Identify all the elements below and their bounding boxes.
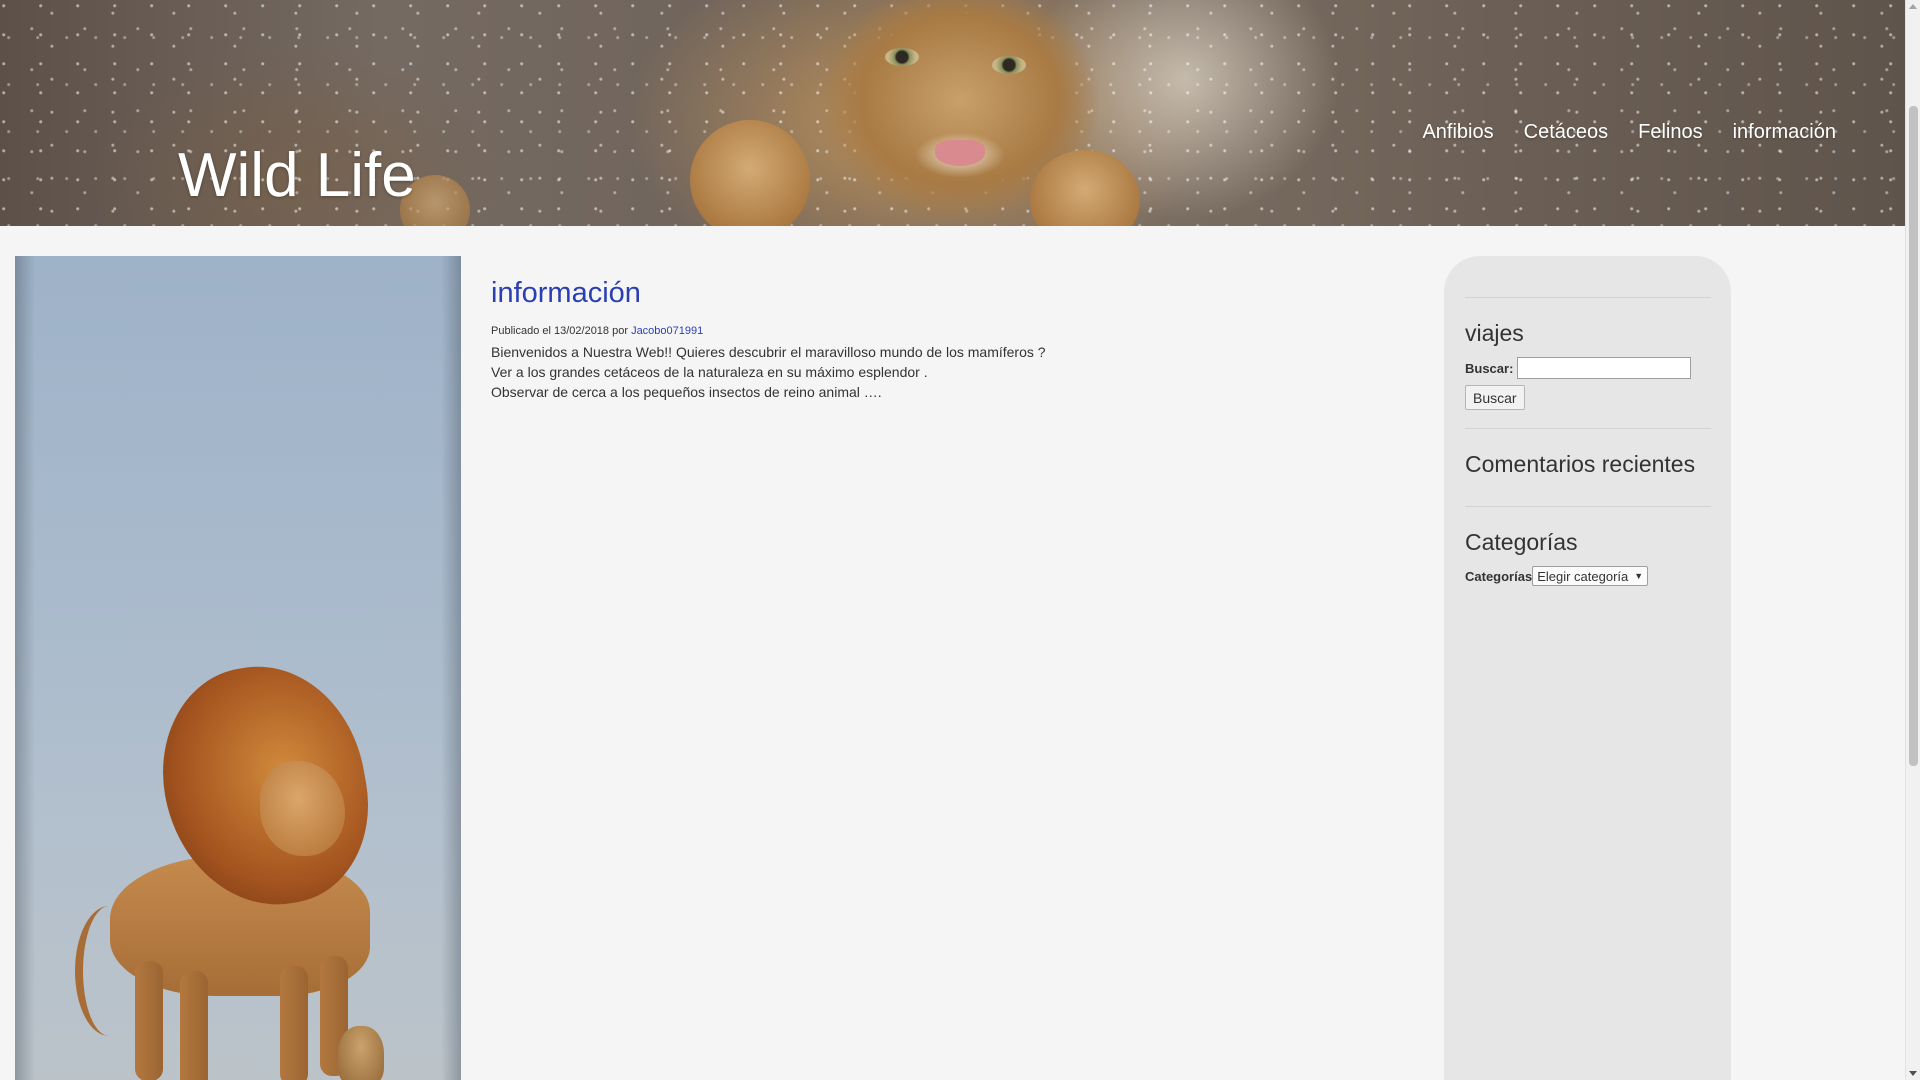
chevron-down-icon: ▼ <box>1634 571 1644 581</box>
image-edge-shadow-right <box>441 256 461 1080</box>
lion-sidebar-image <box>15 256 461 1080</box>
recent-comments-widget: Comentarios recientes <box>1465 428 1711 506</box>
categories-dropdown[interactable]: Elegir categoría ▼ <box>1532 566 1649 586</box>
main-navigation: Anfibios Cetáceos Felinos información <box>1407 118 1851 146</box>
search-row: Buscar: <box>1465 357 1711 379</box>
arrow-up-icon[interactable] <box>1909 4 1917 9</box>
post-content: Bienvenidos a Nuestra Web!! Quieres desc… <box>491 342 1391 402</box>
nav-item-cetaceos[interactable]: Cetáceos <box>1509 118 1624 146</box>
categories-label: Categorías <box>1465 568 1533 584</box>
post-paragraph: Observar de cerca a los pequeños insecto… <box>491 384 882 400</box>
lion-cub <box>338 1026 384 1080</box>
recent-comments-title: Comentarios recientes <box>1465 451 1696 477</box>
categories-title: Categorías <box>1465 529 1578 555</box>
post-title[interactable]: información <box>491 270 1391 316</box>
lion-leg <box>280 966 308 1080</box>
post-article: información Publicado el 13/02/2018 por … <box>491 270 1391 402</box>
nav-item-informacion[interactable]: información <box>1718 118 1851 146</box>
site-title[interactable]: Wild Life <box>178 140 416 212</box>
categories-row: Categorías Elegir categoría ▼ <box>1465 566 1711 586</box>
nav-item-felinos[interactable]: Felinos <box>1623 118 1717 146</box>
post-paragraph: Bienvenidos a Nuestra Web!! Quieres desc… <box>491 344 1046 360</box>
vertical-scrollbar[interactable] <box>1905 0 1920 1080</box>
puma-eye-left <box>885 48 919 66</box>
search-button[interactable]: Buscar <box>1465 385 1525 410</box>
search-label: Buscar: <box>1465 360 1514 376</box>
search-widget-title: viajes <box>1465 320 1524 346</box>
search-input[interactable] <box>1517 357 1692 379</box>
image-edge-shadow-left <box>15 256 35 1080</box>
nav-item-anfibios[interactable]: Anfibios <box>1407 118 1508 146</box>
widget-sidebar: viajes Buscar: Buscar Comentarios recien… <box>1444 256 1731 1080</box>
post-author-link[interactable]: Jacobo071991 <box>631 325 703 337</box>
page: Wild Life Anfibios Cetáceos Felinos info… <box>0 0 1920 1080</box>
search-widget: viajes Buscar: Buscar <box>1465 297 1711 428</box>
puma-eye-right <box>992 56 1026 74</box>
puma-nose <box>935 140 985 166</box>
lion-leg <box>135 961 163 1080</box>
site-header: Wild Life Anfibios Cetáceos Felinos info… <box>0 0 1905 226</box>
arrow-down-icon[interactable] <box>1909 1071 1917 1076</box>
lion-leg <box>180 971 208 1080</box>
categories-selected-value: Elegir categoría <box>1537 568 1629 584</box>
post-paragraph: Ver a los grandes cetáceos de la natural… <box>491 364 928 380</box>
categories-widget: Categorías Categorías Elegir categoría ▼ <box>1465 506 1711 604</box>
scrollbar-thumb[interactable] <box>1909 106 1918 766</box>
post-meta-date: Publicado el 13/02/2018 por <box>491 325 628 337</box>
post-meta: Publicado el 13/02/2018 por Jacobo071991 <box>491 323 1391 339</box>
